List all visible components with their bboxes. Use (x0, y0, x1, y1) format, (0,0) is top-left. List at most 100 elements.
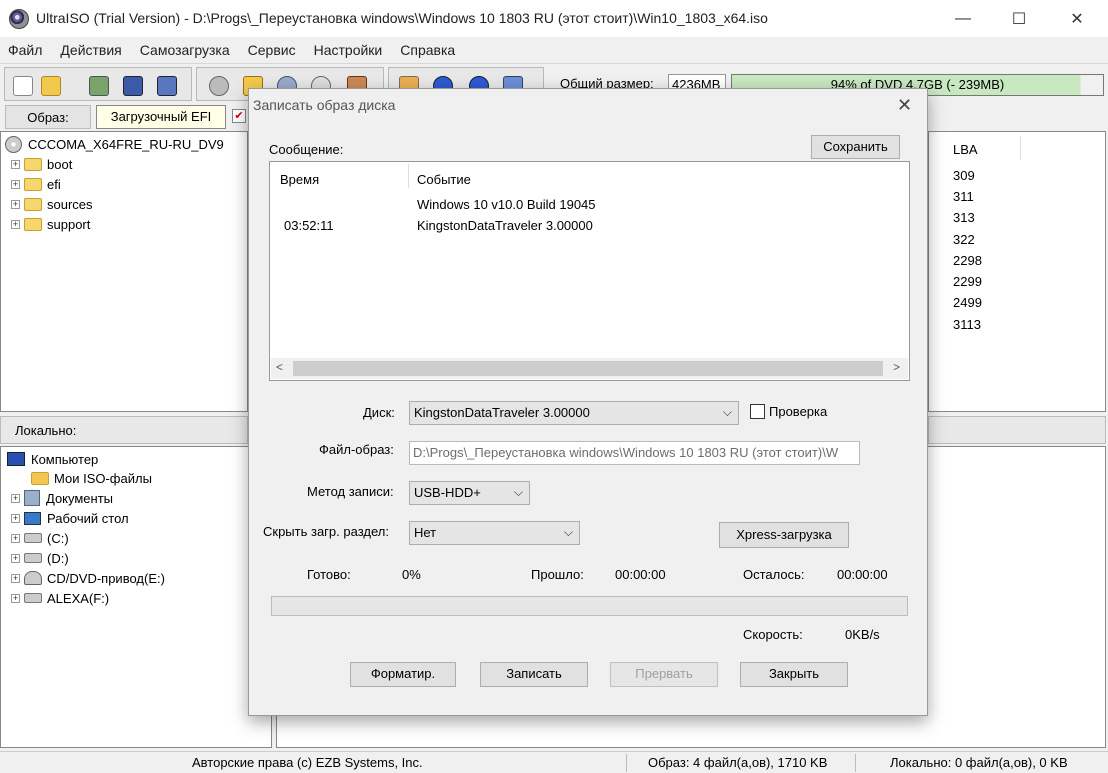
image-tree-item-support[interactable]: + support (11, 214, 90, 234)
scroll-left-icon[interactable]: < (276, 360, 283, 374)
menu-help[interactable]: Справка (400, 42, 455, 58)
abort-button[interactable]: Прервать (610, 662, 718, 687)
local-tree-item-c-drive[interactable]: + (C:) (11, 528, 69, 548)
new-icon[interactable] (13, 76, 33, 96)
column-divider (1020, 136, 1021, 160)
desktop-icon (24, 511, 41, 525)
mount-icon[interactable] (209, 76, 229, 96)
local-tree-item-cd-drive[interactable]: + CD/DVD-привод(E:) (11, 568, 165, 588)
minimize-button[interactable]: — (940, 0, 986, 37)
local-tree-item-desktop[interactable]: + Рабочий стол (11, 508, 129, 528)
image-file-field[interactable]: D:\Progs\_Переустановка windows\Windows … (409, 441, 860, 465)
scrollbar-thumb[interactable] (293, 361, 883, 376)
image-file-label: Файл-образ: (319, 442, 394, 457)
remaining-label: Осталось: (743, 567, 805, 582)
lba-column-header[interactable]: LBA (953, 142, 978, 157)
local-tree-item-f-drive[interactable]: + ALEXA(F:) (11, 588, 109, 608)
log-row-event: KingstonDataTraveler 3.00000 (417, 218, 593, 233)
menu-tools[interactable]: Сервис (248, 42, 296, 58)
status-local-info: Локально: 0 файл(а,ов), 0 KB (890, 755, 1068, 770)
save-icon[interactable] (123, 76, 143, 96)
log-row-time: 03:52:11 (284, 218, 334, 233)
status-copyright: Авторские права (c) EZB Systems, Inc. (192, 755, 423, 770)
expand-icon[interactable]: + (11, 219, 20, 229)
expand-icon[interactable]: + (11, 533, 20, 543)
hide-partition-label: Скрыть загр. раздел: (263, 524, 389, 539)
local-tree-root[interactable]: Компьютер (7, 449, 98, 469)
write-method-value: USB-HDD+ (414, 485, 481, 500)
write-method-label: Метод записи: (307, 484, 394, 499)
folder-icon (24, 197, 42, 211)
expand-icon[interactable]: + (11, 593, 20, 603)
open-icon[interactable] (41, 76, 61, 96)
tree-item-label: Мои ISO-файлы (54, 470, 152, 486)
message-label: Сообщение: (269, 142, 344, 157)
expand-icon[interactable]: + (11, 199, 20, 209)
write-method-select[interactable]: USB-HDD+ ⌵ (409, 481, 530, 505)
image-label: Образ: (5, 105, 91, 129)
expand-icon[interactable]: + (11, 513, 20, 523)
log-header-event[interactable]: Событие (417, 172, 471, 187)
speed-label: Скорость: (743, 627, 803, 642)
format-button[interactable]: Форматир. (350, 662, 456, 687)
expand-icon[interactable]: + (11, 159, 20, 169)
image-files-panel: LBA 309 311 313 322 2298 2299 2499 3113 (928, 131, 1106, 412)
image-tree-panel: CCCOMA_X64FRE_RU-RU_DV9 + boot + efi + s… (0, 131, 248, 412)
local-tree-item-my-iso[interactable]: Мои ISO-файлы (31, 468, 152, 488)
tree-item-label: support (47, 216, 91, 232)
done-value: 0% (402, 567, 421, 582)
menu-file[interactable]: Файл (8, 42, 42, 58)
image-tree-item-efi[interactable]: + efi (11, 174, 61, 194)
log-horizontal-scrollbar[interactable]: < > (271, 358, 908, 379)
lba-value: 3113 (953, 317, 981, 332)
image-tree-item-sources[interactable]: + sources (11, 194, 93, 214)
save-log-button[interactable]: Сохранить (811, 135, 900, 159)
menu-options[interactable]: Настройки (314, 42, 383, 58)
tree-item-label: sources (47, 196, 93, 212)
lba-value: 322 (953, 232, 975, 247)
tree-item-label: boot (47, 156, 73, 172)
elapsed-label: Прошло: (531, 567, 584, 582)
dialog-title: Записать образ диска (253, 97, 396, 113)
close-dialog-button[interactable]: Закрыть (740, 662, 848, 687)
extract-icon[interactable] (89, 76, 109, 96)
chevron-down-icon: ⌵ (563, 525, 573, 539)
verify-checkbox[interactable] (750, 404, 765, 419)
expand-icon[interactable]: + (11, 179, 20, 189)
local-header: Локально: (0, 416, 248, 444)
expand-icon[interactable]: + (11, 553, 20, 563)
burn-progress-bar (271, 596, 908, 616)
scroll-right-icon[interactable]: > (893, 360, 900, 374)
log-header-time[interactable]: Время (280, 172, 319, 187)
tree-item-label: ALEXA(F:) (47, 590, 110, 606)
local-tree-item-documents[interactable]: + Документы (11, 488, 113, 508)
local-files-header (928, 416, 1106, 444)
tree-item-label: Документы (46, 490, 114, 506)
close-button[interactable]: ✕ (1054, 0, 1100, 37)
expand-icon[interactable]: + (11, 493, 20, 503)
image-tree-root[interactable]: CCCOMA_X64FRE_RU-RU_DV9 (5, 134, 224, 154)
usb-drive-icon (24, 593, 42, 603)
write-button[interactable]: Записать (480, 662, 588, 687)
status-separator (855, 754, 856, 772)
menu-bootable[interactable]: Самозагрузка (140, 42, 230, 58)
local-tree-panel: Компьютер Мои ISO-файлы + Документы + Ра… (0, 446, 272, 748)
menu-actions[interactable]: Действия (60, 42, 121, 58)
image-tree-root-label: CCCOMA_X64FRE_RU-RU_DV9 (28, 136, 224, 152)
maximize-button[interactable]: ☐ (996, 0, 1042, 37)
image-tree-item-boot[interactable]: + boot (11, 154, 72, 174)
elapsed-value: 00:00:00 (615, 567, 666, 582)
tree-item-label: (D:) (47, 550, 69, 566)
disk-select[interactable]: KingstonDataTraveler 3.00000 ⌵ (409, 401, 739, 425)
save-as-icon[interactable] (157, 76, 177, 96)
dialog-close-icon[interactable]: ✕ (897, 95, 912, 116)
chevron-down-icon: ⌵ (513, 485, 523, 499)
expand-icon[interactable]: + (11, 573, 20, 583)
boot-type-badge: Загрузочный EFI (96, 105, 226, 129)
disk-label: Диск: (363, 405, 395, 420)
iso-folder-icon (31, 471, 49, 485)
local-tree-item-d-drive[interactable]: + (D:) (11, 548, 69, 568)
hide-partition-select[interactable]: Нет ⌵ (409, 521, 580, 545)
folder-icon (24, 177, 42, 191)
xpress-boot-button[interactable]: Xpress-загрузка (719, 522, 849, 548)
